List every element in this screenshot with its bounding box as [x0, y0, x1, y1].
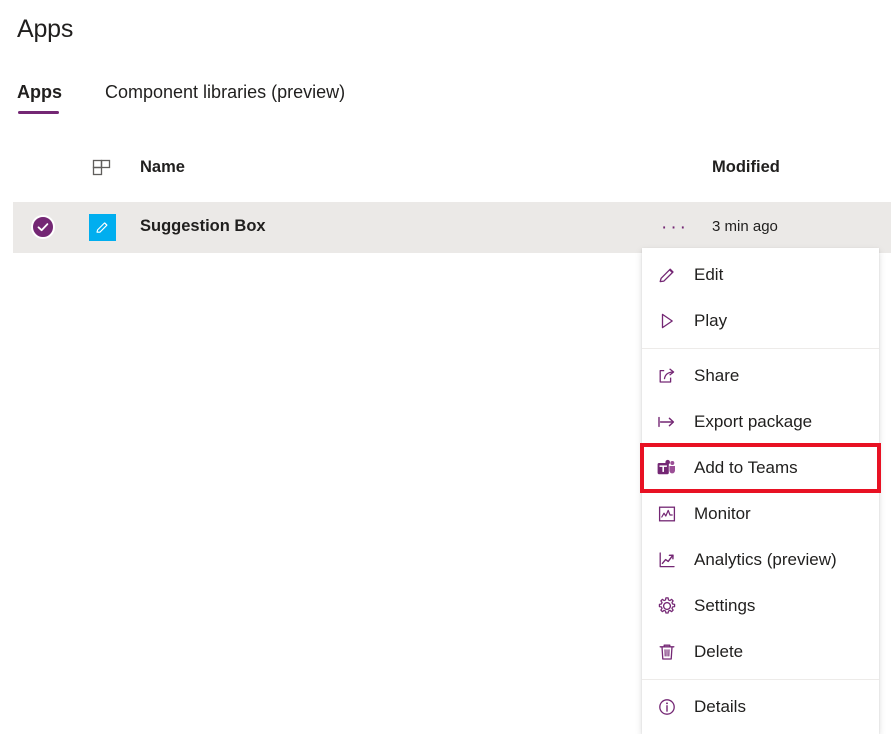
menu-item-label: Edit	[694, 264, 723, 286]
teams-icon	[654, 455, 680, 481]
menu-item-add-to-teams[interactable]: Add to Teams	[642, 445, 879, 491]
menu-item-label: Add to Teams	[694, 457, 798, 479]
column-header-modified[interactable]: Modified	[712, 158, 780, 177]
row-modified-value: 3 min ago	[712, 218, 778, 235]
menu-divider	[642, 348, 879, 349]
app-name-link[interactable]: Suggestion Box	[140, 217, 266, 236]
context-menu: Edit Play Share Export packa	[642, 248, 879, 734]
play-triangle-icon	[654, 308, 680, 334]
export-arrow-icon	[654, 409, 680, 435]
info-circle-icon	[654, 694, 680, 720]
menu-item-share[interactable]: Share	[642, 353, 879, 399]
menu-item-analytics[interactable]: Analytics (preview)	[642, 537, 879, 583]
menu-item-play[interactable]: Play	[642, 298, 879, 344]
row-more-commands-button[interactable]: ···	[653, 215, 697, 241]
menu-item-label: Delete	[694, 641, 743, 663]
menu-item-details[interactable]: Details	[642, 684, 879, 730]
menu-item-edit[interactable]: Edit	[642, 252, 879, 298]
pencil-icon	[654, 262, 680, 288]
menu-item-label: Play	[694, 310, 727, 332]
pencil-app-icon	[89, 214, 116, 241]
list-header: Name Modified	[0, 155, 891, 189]
share-icon	[654, 363, 680, 389]
menu-item-monitor[interactable]: Monitor	[642, 491, 879, 537]
tab-bar: Apps Component libraries (preview)	[17, 80, 388, 114]
monitor-chart-icon	[654, 501, 680, 527]
menu-item-export-package[interactable]: Export package	[642, 399, 879, 445]
trash-icon	[654, 639, 680, 665]
menu-item-label: Export package	[694, 411, 812, 433]
menu-divider	[642, 679, 879, 680]
column-header-name[interactable]: Name	[140, 158, 185, 177]
menu-item-label: Monitor	[694, 503, 751, 525]
menu-item-label: Settings	[694, 595, 755, 617]
tab-component-libraries[interactable]: Component libraries (preview)	[105, 80, 345, 114]
table-row[interactable]: Suggestion Box ··· 3 min ago	[13, 202, 891, 253]
menu-item-label: Analytics (preview)	[694, 549, 837, 571]
analytics-trend-icon	[654, 547, 680, 573]
menu-item-delete[interactable]: Delete	[642, 629, 879, 675]
grid-layout-icon[interactable]	[90, 157, 114, 181]
check-circle-icon[interactable]	[31, 215, 55, 239]
menu-item-label: Details	[694, 696, 746, 718]
gear-icon	[654, 593, 680, 619]
tab-apps[interactable]: Apps	[17, 80, 62, 114]
menu-item-settings[interactable]: Settings	[642, 583, 879, 629]
menu-item-label: Share	[694, 365, 739, 387]
page-title: Apps	[17, 13, 73, 45]
